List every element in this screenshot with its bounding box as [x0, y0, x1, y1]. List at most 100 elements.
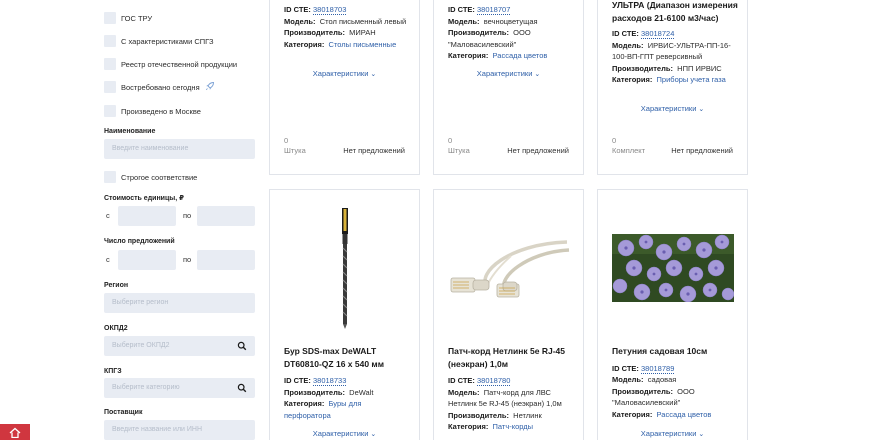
chevron-down-icon: ⌄ [532, 71, 541, 78]
maker-value: НПП ИРВИС [677, 63, 722, 73]
offers-status: Нет предложений [671, 146, 733, 155]
offers-from-input[interactable] [118, 250, 176, 270]
quantity-value: 0 [612, 136, 617, 145]
model-value: Стол письменный левый [319, 16, 407, 26]
characteristics-label: Характеристики [312, 69, 369, 78]
characteristics-toggle[interactable]: Характеристики ⌄ [598, 104, 747, 113]
product-card[interactable]: ID СТЕ: 38018707 Модель: вечноцветущая П… [433, 0, 584, 175]
checkbox-label: Произведено в Москве [121, 106, 201, 116]
checkbox-label: Реестр отечественной продукции [121, 59, 238, 69]
filter-made-in-moscow[interactable]: Произведено в Москве [104, 104, 201, 118]
region-select[interactable]: Выберите регион [104, 293, 255, 313]
kpgz-placeholder: Выберите категорию [112, 384, 180, 391]
chevron-down-icon: ⌄ [368, 431, 377, 438]
patch-cord-image [450, 240, 569, 298]
category-row: Категория: Столы письменные [284, 39, 397, 49]
price-from-input[interactable] [118, 206, 176, 226]
id-row: ID СТЕ: 38018707 [448, 5, 511, 15]
model-row: Модель: ИРВИС-УЛЬТРА-ПП-16-100-ВП-ГПТ ре… [612, 40, 731, 62]
category-row: Категория: Патч-корды [448, 422, 534, 431]
id-row: ID СТЕ: 38018733 [284, 376, 347, 386]
category-link[interactable]: Приборы учета газа [657, 75, 726, 84]
filter-gos-tru[interactable]: ГОС ТРУ [104, 11, 152, 25]
checkbox[interactable] [104, 171, 116, 183]
category-row: Категория: Буры для перфоратора [284, 399, 362, 420]
category-row: Категория: Приборы учета газа [612, 75, 726, 84]
checkbox[interactable] [104, 12, 116, 24]
checkbox[interactable] [104, 105, 116, 117]
filter-sidebar: ГОС ТРУ С характеристиками СПГЗ Реестр о… [0, 0, 270, 440]
characteristics-label: Характеристики [640, 104, 697, 113]
filter-spgz[interactable]: С характеристиками СПГЗ [104, 34, 214, 48]
ste-id-link[interactable]: 38018724 [641, 29, 675, 39]
product-card[interactable]: Бур SDS-max DeWALT DT60810-QZ 16 x 540 м… [269, 189, 420, 440]
okpd-select[interactable]: Выберите ОКПД2 [104, 336, 255, 356]
okpd-filter-label: ОКПД2 [104, 325, 128, 332]
characteristics-toggle[interactable]: Характеристики ⌄ [270, 429, 419, 438]
product-image[interactable] [434, 228, 583, 308]
unit-label: Комплект [612, 146, 646, 155]
id-row: ID СТЕ: 38018703 [284, 5, 347, 15]
quantity-value: 0 [448, 136, 453, 145]
ste-id-link[interactable]: 38018789 [641, 363, 675, 374]
characteristics-toggle[interactable]: Характеристики ⌄ [270, 69, 419, 78]
product-title[interactable]: Патч-корд Нетлинк 5е RJ-45 (неэкран) 1,0… [448, 345, 573, 370]
product-title[interactable]: Бур SDS-max DeWALT DT60810-QZ 16 x 540 м… [284, 345, 409, 370]
product-image[interactable] [270, 204, 419, 332]
rocket-icon [205, 81, 215, 93]
model-row: Модель: садовая [612, 375, 677, 384]
card-footer: 0 Штука Нет предложений [448, 136, 569, 155]
category-link[interactable]: Рассада цветов [493, 51, 548, 60]
name-search-input[interactable]: Введите наименование [104, 139, 255, 159]
model-row: Модель: Стол письменный левый [284, 16, 407, 26]
price-from-label: с [106, 211, 110, 220]
filter-strict-match[interactable]: Строгое соответствие [104, 170, 197, 184]
checkbox[interactable] [104, 81, 116, 93]
kpgz-filter-label: КПГЗ [104, 368, 122, 375]
category-link[interactable]: Рассада цветов [657, 410, 712, 419]
product-card[interactable]: Патч-корд Нетлинк 5е RJ-45 (неэкран) 1,0… [433, 189, 584, 440]
chevron-down-icon: ⌄ [696, 106, 705, 113]
checkbox-label: Строгое соответствие [121, 172, 198, 182]
kpgz-select[interactable]: Выберите категорию [104, 378, 255, 398]
card-footer: 0 Штука Нет предложений [284, 136, 405, 155]
ste-id-link[interactable]: 38018707 [477, 5, 511, 15]
search-icon[interactable] [237, 341, 247, 351]
checkbox-label: С характеристиками СПГЗ [121, 36, 214, 46]
category-link[interactable]: Патч-корды [493, 422, 534, 431]
category-row: Категория: Рассада цветов [448, 51, 548, 60]
product-title[interactable]: УЛЬТРА (Диапазон измерения расходов 21-6… [612, 0, 740, 24]
supplier-search-input[interactable]: Введите название или ИНН [104, 420, 255, 440]
model-row: Модель: вечноцветущая [448, 16, 538, 26]
price-filter-label: Стоимость единицы, ₽ [104, 195, 185, 202]
product-image[interactable] [598, 234, 747, 302]
characteristics-toggle[interactable]: Характеристики ⌄ [434, 69, 583, 78]
product-card[interactable]: ID СТЕ: 38018703 Модель: Стол письменный… [269, 0, 420, 175]
price-to-input[interactable] [197, 206, 255, 226]
search-icon[interactable] [237, 383, 247, 393]
ste-id-link[interactable]: 38018733 [313, 376, 347, 386]
product-title[interactable]: Петуния садовая 10см [612, 345, 737, 358]
checkbox[interactable] [104, 58, 116, 70]
product-card[interactable]: Петуния садовая 10см ID СТЕ: 38018789 Мо… [597, 189, 748, 440]
filter-popular-today[interactable]: Востребовано сегодня [104, 80, 215, 94]
product-card[interactable]: УЛЬТРА (Диапазон измерения расходов 21-6… [597, 0, 748, 175]
id-row: ID СТЕ: 38018789 [612, 363, 675, 374]
characteristics-toggle[interactable]: Характеристики ⌄ [598, 429, 747, 438]
category-link[interactable]: Столы письменные [329, 40, 397, 49]
maker-value: МИРАН [349, 28, 376, 37]
checkbox[interactable] [104, 35, 116, 47]
maker-row: Производитель: НПП ИРВИС [612, 63, 722, 73]
ste-id-link[interactable]: 38018780 [477, 376, 511, 386]
ste-id-link[interactable]: 38018703 [313, 5, 347, 15]
checkbox-label: ГОС ТРУ [121, 13, 153, 23]
filter-domestic-registry[interactable]: Реестр отечественной продукции [104, 57, 237, 71]
portal-logo[interactable] [0, 424, 30, 440]
card-footer: 0 Комплект Нет предложений [612, 136, 733, 155]
supplier-filter-label: Поставщик [104, 409, 143, 416]
price-to-label: по [183, 211, 192, 220]
offers-to-label: по [183, 255, 192, 264]
maker-row: Производитель: ООО "Маловасилевский" [612, 386, 695, 408]
drill-bit-image [341, 208, 348, 329]
offers-to-input[interactable] [197, 250, 255, 270]
